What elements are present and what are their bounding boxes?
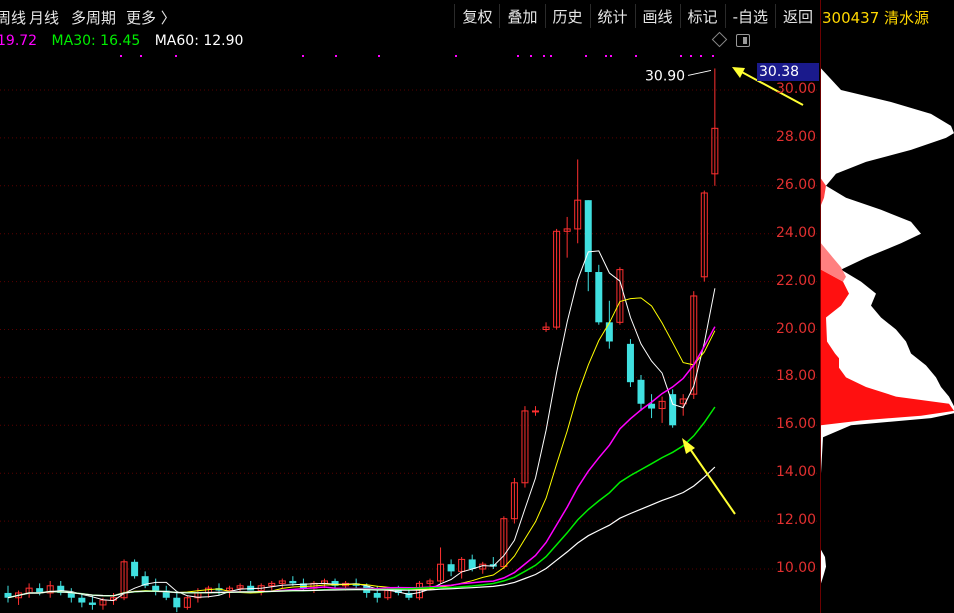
candle-body [173,597,181,608]
current-price-tag: 30.38 [757,63,819,81]
signal-dot [335,55,337,57]
signal-dot [690,55,692,57]
candle-body [595,272,603,323]
candle-body [637,379,645,404]
candle-body [605,322,613,342]
ma20-line [7,326,716,599]
y-tick-label: 28.00 [776,128,817,145]
signal-dot [517,55,519,57]
y-tick-label: 30.00 [776,81,817,97]
candle-body [373,592,381,598]
high-price-label: 30.90 [645,68,685,84]
signal-dot [455,55,457,57]
chip-profile-low [821,549,826,584]
signal-dot [175,55,177,57]
signal-dot [585,55,587,57]
y-tick-label: 26.00 [776,176,817,193]
y-tick-label: 10.00 [776,560,817,576]
axis-divider [820,0,821,613]
y-tick-label: 20.00 [776,320,817,337]
candle-body [669,394,677,426]
signal-dot [543,55,545,57]
high-pointer-line [687,69,712,76]
signal-dot [635,55,637,57]
candle-body [67,592,75,598]
signal-dot [550,55,552,57]
candle-body [468,559,476,569]
candle-body [289,580,297,584]
signal-dot [302,55,304,57]
signal-dot [120,55,122,57]
y-tick-label: 16.00 [776,416,817,433]
signal-dot [680,55,682,57]
annotation-arrow [687,445,736,515]
candle-body [152,585,160,591]
candle-body [532,410,539,413]
candle-body [131,561,139,577]
signal-dot [700,55,702,57]
candle-body [626,343,634,383]
signal-dot [610,55,612,57]
candle-body [78,597,86,603]
signal-dot [712,55,714,57]
y-tick-label: 24.00 [776,224,817,241]
candle-body [88,602,96,605]
y-tick-label: 18.00 [776,368,817,385]
y-tick-label: 12.00 [776,512,817,529]
signal-dot [605,55,607,57]
y-tick-label: 14.00 [776,464,817,481]
y-tick-label: 22.00 [776,272,817,289]
ma60-line [7,466,716,599]
signal-dot [378,55,380,57]
candle-body [584,200,592,273]
candle-body [447,564,455,572]
signal-dot [140,55,142,57]
signal-dot [530,55,532,57]
